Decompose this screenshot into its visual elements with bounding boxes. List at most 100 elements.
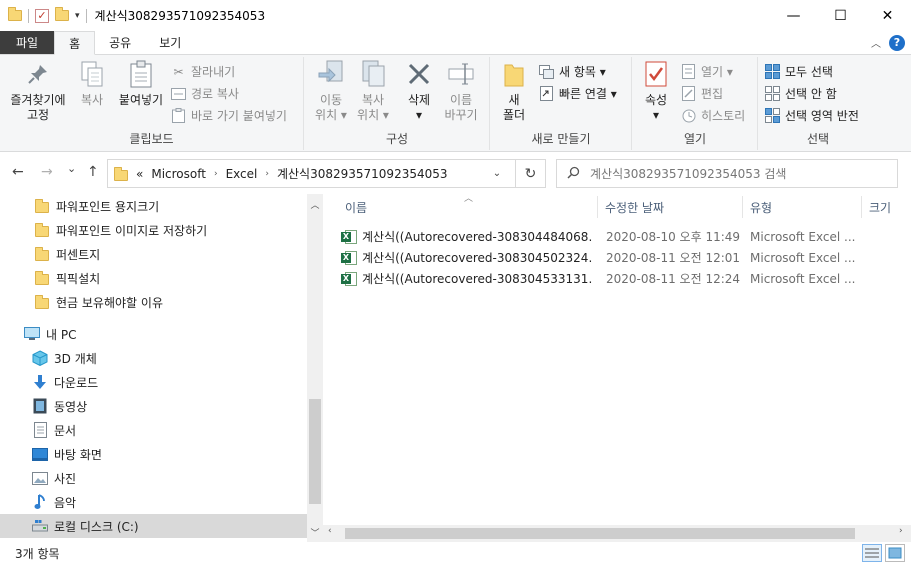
edit-button[interactable]: 편집	[681, 85, 723, 102]
nav-item-3d-objects[interactable]: 3D 개체	[0, 346, 307, 370]
collapse-ribbon-icon[interactable]: ︿	[871, 35, 881, 50]
nav-item-pictures[interactable]: 사진	[0, 466, 307, 490]
history-button[interactable]: 히스토리	[681, 107, 745, 124]
details-view-button[interactable]	[862, 544, 882, 562]
nav-item-label: 바탕 화면	[54, 447, 102, 462]
nav-item-quick-2[interactable]: 퍼센트지	[0, 242, 307, 266]
nav-item-quick-1[interactable]: 파워포인트 이미지로 저장하기	[0, 218, 307, 242]
cut-label: 잘라내기	[191, 65, 236, 79]
select-all-button[interactable]: 모두 선택	[765, 63, 833, 80]
new-item-button[interactable]: 새 항목 ▾	[539, 63, 606, 80]
copy-icon	[78, 59, 106, 89]
customize-dropdown-icon[interactable]: ▾	[75, 11, 80, 21]
move-to-button[interactable]: 이동 위치 ▾	[311, 59, 351, 123]
column-header-date[interactable]: 수정한 날짜	[605, 194, 664, 221]
nav-item-music[interactable]: 음악	[0, 490, 307, 514]
nav-item-this-pc[interactable]: 내 PC	[0, 322, 307, 346]
open-button[interactable]: 열기 ▾	[681, 63, 733, 80]
scroll-up-icon[interactable]: ︿	[307, 198, 323, 211]
column-header-size[interactable]: 크기	[869, 194, 891, 221]
address-dropdown-icon[interactable]: ⌄	[483, 160, 511, 187]
file-name: 계산식((Autorecovered-308304484068...	[362, 230, 592, 244]
recent-locations-button[interactable]: ⌄	[67, 162, 76, 175]
file-row[interactable]: X 계산식((Autorecovered-308304533131... 202…	[341, 268, 871, 289]
column-divider[interactable]	[597, 196, 598, 218]
edit-icon	[681, 86, 696, 101]
folder-icon	[8, 7, 22, 21]
pin-quick-access-button[interactable]: 즐겨찾기에 고정	[6, 59, 70, 123]
file-row[interactable]: X 계산식((Autorecovered-308304502324... 202…	[341, 247, 871, 268]
copy-to-button[interactable]: 복사 위치 ▾	[353, 59, 393, 123]
file-type: Microsoft Excel ...	[750, 250, 856, 265]
navigation-scrollbar[interactable]: ︿ ﹀	[307, 194, 323, 542]
properties-icon	[642, 59, 670, 89]
copy-button[interactable]: 복사	[72, 59, 112, 108]
properties-icon[interactable]: ✓	[35, 8, 49, 23]
easy-access-button[interactable]: 빠른 연결 ▾	[539, 85, 617, 102]
new-folder-button[interactable]: 새 폴더	[497, 59, 531, 123]
nav-item-videos[interactable]: 동영상	[0, 394, 307, 418]
scrollbar-thumb[interactable]	[309, 399, 321, 504]
chevron-right-icon[interactable]: ›	[265, 169, 269, 179]
nav-item-local-disk[interactable]: 로컬 디스크 (C:)	[0, 514, 307, 538]
item-count: 3개 항목	[15, 547, 60, 561]
breadcrumb-microsoft[interactable]: Microsoft	[151, 167, 206, 181]
pin-label: 즐겨찾기에 고정	[10, 93, 66, 122]
maximize-button[interactable]: ☐	[817, 0, 864, 31]
nav-item-desktop[interactable]: 바탕 화면	[0, 442, 307, 466]
open-group: 속성 ▾ 열기 ▾ 편집 히스토리 열기	[633, 57, 758, 150]
close-button[interactable]: ✕	[864, 0, 911, 31]
tab-home[interactable]: 홈	[54, 31, 96, 55]
new-group-label: 새로 만들기	[531, 132, 591, 146]
clipboard-icon	[127, 59, 155, 89]
tab-file[interactable]: 파일	[0, 31, 55, 54]
address-bar[interactable]: « Microsoft › Excel › 계산식308293571092354…	[107, 159, 546, 188]
column-header-name[interactable]: 이름	[345, 194, 367, 221]
move-to-label: 이동 위치 ▾	[315, 93, 347, 122]
column-divider[interactable]	[742, 196, 743, 218]
large-icons-view-button[interactable]	[885, 544, 905, 562]
breadcrumb-overflow[interactable]: «	[136, 167, 143, 181]
properties-button[interactable]: 속성 ▾	[639, 59, 673, 123]
tab-share[interactable]: 공유	[95, 31, 145, 54]
scroll-down-icon[interactable]: ﹀	[307, 526, 323, 539]
nav-item-quick-3[interactable]: 픽픽설치	[0, 266, 307, 290]
paste-shortcut-icon	[171, 108, 186, 123]
new-folder-icon[interactable]	[55, 7, 69, 21]
cut-button[interactable]: ✂ 잘라내기	[171, 63, 235, 80]
paste-button[interactable]: 붙여넣기	[114, 59, 168, 108]
horizontal-scrollbar[interactable]: ‹ ›	[323, 525, 911, 542]
search-box[interactable]: 계산식308293571092354053 검색	[556, 159, 898, 188]
scrollbar-thumb[interactable]	[345, 528, 855, 539]
scroll-right-icon[interactable]: ›	[899, 526, 903, 536]
minimize-button[interactable]: —	[770, 0, 817, 31]
up-button[interactable]: ↑	[87, 164, 99, 180]
nav-item-downloads[interactable]: 다운로드	[0, 370, 307, 394]
chevron-right-icon[interactable]: ›	[214, 169, 218, 179]
help-icon[interactable]: ?	[889, 34, 905, 51]
scroll-left-icon[interactable]: ‹	[328, 526, 332, 536]
title-bar: ✓ ▾ 계산식308293571092354053 — ☐ ✕	[0, 0, 911, 31]
delete-button[interactable]: 삭제 ▾	[401, 59, 437, 123]
column-header-type[interactable]: 유형	[750, 194, 772, 221]
breadcrumb-current[interactable]: 계산식308293571092354053	[277, 165, 448, 182]
invert-selection-button[interactable]: 선택 영역 반전	[765, 107, 859, 124]
rename-button[interactable]: 이름 바꾸기	[441, 59, 481, 123]
organize-group-label: 구성	[385, 132, 409, 146]
breadcrumb-excel[interactable]: Excel	[226, 167, 258, 181]
refresh-button[interactable]: ↻	[515, 159, 546, 188]
copy-to-icon	[359, 59, 387, 89]
file-row[interactable]: X 계산식((Autorecovered-308304484068... 202…	[341, 226, 871, 247]
paste-shortcut-button[interactable]: 바로 가기 붙여넣기	[171, 107, 287, 124]
nav-item-label: 사진	[54, 471, 77, 486]
column-divider[interactable]	[861, 196, 862, 218]
back-button[interactable]: ←	[12, 164, 24, 180]
nav-item-documents[interactable]: 문서	[0, 418, 307, 442]
select-none-button[interactable]: 선택 안 함	[765, 85, 837, 102]
forward-button[interactable]: →	[41, 164, 53, 180]
copy-path-button[interactable]: 경로 복사	[171, 85, 239, 102]
tab-view[interactable]: 보기	[145, 31, 195, 54]
nav-item-quick-4[interactable]: 현금 보유해야할 이유	[0, 290, 307, 314]
nav-item-quick-0[interactable]: 파워포인트 용지크기	[0, 194, 307, 218]
computer-icon	[24, 326, 40, 342]
